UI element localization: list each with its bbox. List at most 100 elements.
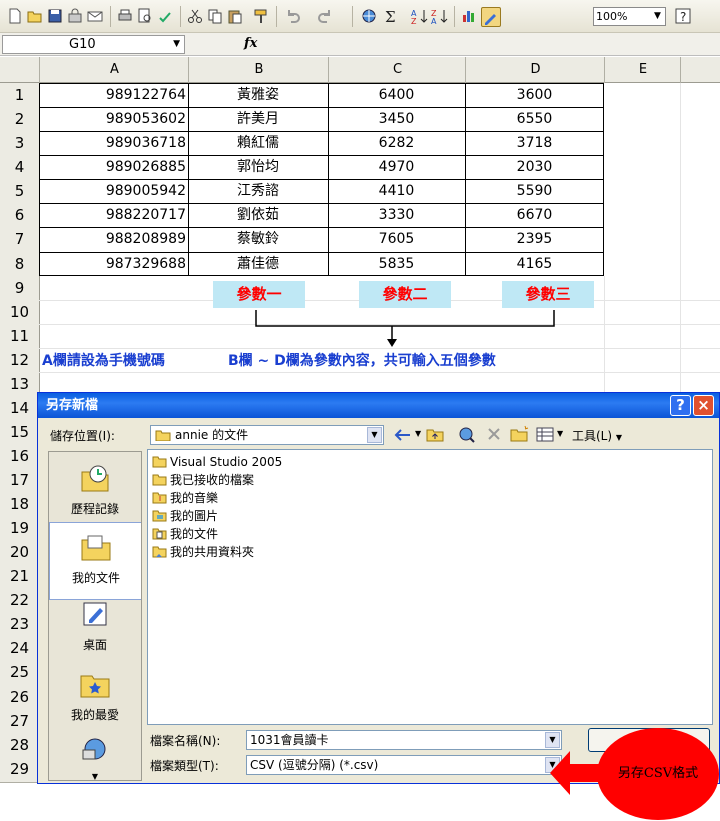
cell-b2[interactable]: 許美月 <box>188 107 328 131</box>
column-header-f[interactable] <box>680 57 720 83</box>
cell-b1[interactable]: 黃雅姿 <box>188 83 328 107</box>
row-header[interactable]: 26 <box>0 685 40 710</box>
row-header[interactable]: 24 <box>0 636 40 661</box>
row-header[interactable]: 2 <box>0 107 40 132</box>
chevron-down-icon[interactable]: ▼ <box>415 429 421 438</box>
cell-a6[interactable]: 988220717 <box>39 203 186 227</box>
cell-d8[interactable]: 4165 <box>465 252 604 276</box>
cell-c2[interactable]: 3450 <box>328 107 465 131</box>
new-folder-icon[interactable] <box>510 425 530 443</box>
search-web-icon[interactable] <box>458 426 476 444</box>
print-icon[interactable] <box>116 7 134 25</box>
cell-d7[interactable]: 2395 <box>465 227 604 251</box>
place-network[interactable]: ▼ <box>49 736 141 780</box>
help-icon[interactable]: ? <box>674 7 692 25</box>
cell-c1[interactable]: 6400 <box>328 83 465 107</box>
place-history[interactable]: 歷程記錄 <box>49 464 141 517</box>
cell-b5[interactable]: 江秀諮 <box>188 179 328 203</box>
place-my-documents[interactable]: 我的文件 <box>49 522 141 600</box>
row-header[interactable]: 14 <box>0 396 40 421</box>
cell-c3[interactable]: 6282 <box>328 131 465 155</box>
row-header[interactable]: 8 <box>0 252 40 277</box>
column-header-a[interactable]: A <box>39 57 189 83</box>
column-header-b[interactable]: B <box>188 57 329 83</box>
new-icon[interactable] <box>6 7 24 25</box>
paste-icon[interactable] <box>226 7 244 25</box>
drawing-icon[interactable] <box>481 7 501 27</box>
cell-c8[interactable]: 5835 <box>328 252 465 276</box>
filename-input[interactable]: 1031會員讀卡 ▼ <box>246 730 562 750</box>
dialog-titlebar[interactable]: 另存新檔 <box>38 393 719 418</box>
row-header[interactable]: 17 <box>0 468 40 493</box>
row-header[interactable]: 5 <box>0 179 40 204</box>
cell-c7[interactable]: 7605 <box>328 227 465 251</box>
views-icon[interactable] <box>536 427 554 442</box>
cell-b3[interactable]: 賴紅儒 <box>188 131 328 155</box>
autosum-icon[interactable]: Σ <box>382 7 400 25</box>
tools-menu[interactable]: 工具(L) ▼ <box>572 427 622 444</box>
row-header[interactable]: 6 <box>0 203 40 228</box>
row-header[interactable]: 9 <box>0 276 40 301</box>
row-header[interactable]: 25 <box>0 660 40 686</box>
email-icon[interactable] <box>86 7 104 25</box>
redo-icon[interactable] <box>316 7 334 25</box>
hyperlink-icon[interactable] <box>360 7 378 25</box>
row-header[interactable]: 12 <box>0 348 40 373</box>
cell-a4[interactable]: 989026885 <box>39 155 186 179</box>
place-desktop[interactable]: 桌面 <box>49 600 141 653</box>
cell-d1[interactable]: 3600 <box>465 83 604 107</box>
cell-b4[interactable]: 郭怡均 <box>188 155 328 179</box>
list-item[interactable]: 我的文件 <box>152 525 218 543</box>
row-header[interactable]: 15 <box>0 420 40 445</box>
column-header-e[interactable]: E <box>604 57 681 83</box>
cell-c6[interactable]: 3330 <box>328 203 465 227</box>
chevron-down-icon[interactable]: ▼ <box>557 429 563 438</box>
cell-c4[interactable]: 4970 <box>328 155 465 179</box>
back-icon[interactable] <box>394 428 412 442</box>
cell-a3[interactable]: 989036718 <box>39 131 186 155</box>
cell-d3[interactable]: 3718 <box>465 131 604 155</box>
chart-wizard-icon[interactable] <box>460 7 478 25</box>
copy-icon[interactable] <box>206 7 224 25</box>
sort-ascending-icon[interactable]: AZ <box>410 7 428 25</box>
cell-c5[interactable]: 4410 <box>328 179 465 203</box>
filetype-select[interactable]: CSV (逗號分隔) (*.csv) ▼ <box>246 755 562 775</box>
row-header[interactable]: 13 <box>0 372 40 397</box>
row-header[interactable]: 7 <box>0 227 40 253</box>
cut-icon[interactable] <box>186 7 204 25</box>
save-icon[interactable] <box>46 7 64 25</box>
list-item[interactable]: 我的圖片 <box>152 507 218 525</box>
column-header-d[interactable]: D <box>465 57 605 83</box>
place-favorites[interactable]: 我的最愛 <box>49 670 141 723</box>
row-header[interactable]: 20 <box>0 540 40 565</box>
row-header[interactable]: 23 <box>0 612 40 637</box>
cell-d2[interactable]: 6550 <box>465 107 604 131</box>
row-header[interactable]: 3 <box>0 131 40 156</box>
list-item[interactable]: Visual Studio 2005 <box>152 453 282 471</box>
row-header[interactable]: 18 <box>0 492 40 517</box>
zoom-select[interactable]: 100% ▼ <box>593 7 666 26</box>
row-header[interactable]: 21 <box>0 564 40 589</box>
row-header[interactable]: 1 <box>0 83 40 108</box>
format-painter-icon[interactable] <box>252 7 270 25</box>
spelling-icon[interactable] <box>156 7 174 25</box>
select-all-corner[interactable] <box>0 57 39 83</box>
cell-a2[interactable]: 989053602 <box>39 107 186 131</box>
cell-a8[interactable]: 987329688 <box>39 252 186 276</box>
list-item[interactable]: 我已接收的檔案 <box>152 471 254 489</box>
cell-b8[interactable]: 蕭佳德 <box>188 252 328 276</box>
cell-b7[interactable]: 蔡敏鈴 <box>188 227 328 251</box>
row-header[interactable]: 27 <box>0 709 40 734</box>
row-header[interactable]: 28 <box>0 733 40 758</box>
cell-d5[interactable]: 5590 <box>465 179 604 203</box>
list-item[interactable]: 我的共用資料夾 <box>152 543 254 561</box>
row-header[interactable]: 10 <box>0 300 40 325</box>
row-header[interactable]: 19 <box>0 516 40 541</box>
cell-a7[interactable]: 988208989 <box>39 227 186 251</box>
print-preview-icon[interactable] <box>136 7 154 25</box>
delete-icon[interactable] <box>486 426 502 442</box>
row-header[interactable]: 29 <box>0 757 40 783</box>
list-item[interactable]: 我的音樂 <box>152 489 218 507</box>
permission-icon[interactable] <box>66 7 84 25</box>
cell-d6[interactable]: 6670 <box>465 203 604 227</box>
